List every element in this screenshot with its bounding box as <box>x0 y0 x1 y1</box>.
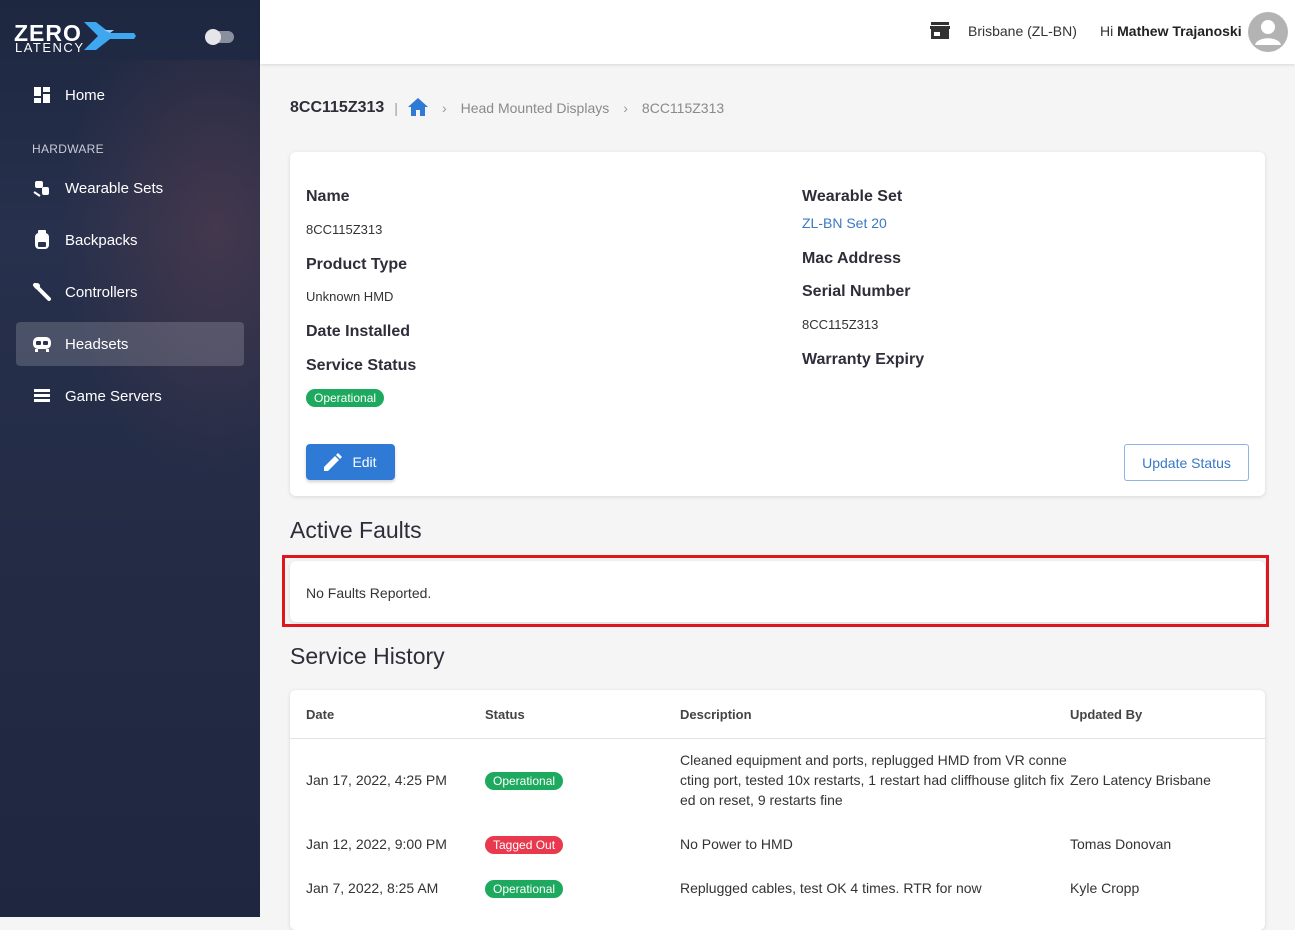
backpack-icon <box>32 230 52 250</box>
location-selector[interactable]: Brisbane (ZL-BN) <box>968 23 1077 39</box>
headset-icon <box>32 334 52 354</box>
column-header-updated-by[interactable]: Updated By <box>1070 707 1142 722</box>
chevron-right-icon: › <box>623 100 628 116</box>
no-faults-text: No Faults Reported. <box>306 585 432 601</box>
page-title: 8CC115Z313 <box>290 99 385 116</box>
wearable-set-link[interactable]: ZL-BN Set 20 <box>802 215 887 231</box>
store-icon[interactable] <box>930 22 950 45</box>
sidebar-item-game-servers[interactable]: Game Servers <box>16 374 244 418</box>
sidebar-item-label: Game Servers <box>65 387 162 405</box>
chevron-right-icon: › <box>441 100 447 116</box>
status-badge: Operational <box>306 389 385 407</box>
user-name: Mathew Trajanoski <box>1117 23 1242 39</box>
active-faults-card: No Faults Reported. <box>290 561 1265 622</box>
details-card: Name 8CC115Z313 Product Type Unknown HMD… <box>290 152 1265 496</box>
top-bar: Brisbane (ZL-BN) Hi Mathew Trajanoski <box>260 0 1295 64</box>
sidebar-item-headsets[interactable]: Headsets <box>16 322 244 366</box>
wearable-set-label: Wearable Set <box>802 188 903 205</box>
dashboard-icon <box>32 85 52 105</box>
breadcrumb-link-hmds[interactable]: Head Mounted Displays <box>461 100 610 116</box>
breadcrumb: 8CC115Z313 | › Head Mounted Displays › 8… <box>290 97 724 119</box>
greeting-prefix: Hi <box>1100 23 1114 39</box>
logo-word-latency: LATENCY <box>15 40 85 55</box>
pencil-icon <box>324 453 343 471</box>
logo-plane-icon <box>84 22 136 50</box>
column-header-status[interactable]: Status <box>485 707 525 722</box>
status-badge: Operational <box>485 880 564 898</box>
sidebar-section-hardware: HARDWARE <box>32 142 104 156</box>
sidebar-item-label: Headsets <box>65 335 129 353</box>
toggle-knob <box>205 29 221 45</box>
sidebar-item-label: Controllers <box>65 283 138 301</box>
theme-toggle[interactable] <box>205 29 234 45</box>
service-status-label: Service Status <box>306 357 417 374</box>
serial-number-label: Serial Number <box>802 283 911 300</box>
row-updated-by: Zero Latency Brisbane <box>1070 772 1211 788</box>
warranty-expiry-label: Warranty Expiry <box>802 351 925 368</box>
row-date: Jan 7, 2022, 8:25 AM <box>306 880 439 896</box>
column-header-description[interactable]: Description <box>680 707 752 722</box>
row-date: Jan 17, 2022, 4:25 PM <box>306 772 447 788</box>
sidebar-item-label: Wearable Sets <box>65 179 164 197</box>
service-history-title: Service History <box>290 643 445 669</box>
serial-number-value: 8CC115Z313 <box>802 317 879 332</box>
controller-icon <box>32 282 52 302</box>
zero-latency-logo[interactable]: ZERO LATENCY <box>14 20 139 56</box>
header-divider <box>290 738 1265 739</box>
sidebar-item-controllers[interactable]: Controllers <box>16 270 244 314</box>
name-value: 8CC115Z313 <box>306 222 383 237</box>
sidebar-item-wearable-sets[interactable]: Wearable Sets <box>16 166 244 210</box>
breadcrumb-current: 8CC115Z313 <box>641 100 725 116</box>
service-history-table: Date Status Description Updated By Jan 1… <box>290 690 1265 930</box>
status-badge: Operational <box>485 772 564 790</box>
row-description: Cleaned equipment and ports, replugged H… <box>680 752 1067 808</box>
row-updated-by: Tomas Donovan <box>1070 836 1172 852</box>
column-header-date[interactable]: Date <box>306 707 334 722</box>
sidebar-item-home[interactable]: Home <box>16 73 244 117</box>
edit-button-label: Edit <box>352 454 377 470</box>
update-status-button[interactable]: Update Status <box>1124 444 1249 481</box>
edit-button[interactable]: Edit <box>306 444 395 480</box>
status-badge: Tagged Out <box>485 836 564 854</box>
user-avatar-icon <box>1255 20 1281 45</box>
row-description: No Power to HMD <box>680 836 793 852</box>
sidebar-item-label: Home <box>65 86 106 104</box>
server-icon <box>32 386 52 406</box>
row-date: Jan 12, 2022, 9:00 PM <box>306 836 447 852</box>
user-greeting: Hi Mathew Trajanoski <box>1100 23 1242 39</box>
row-updated-by: Kyle Cropp <box>1070 880 1140 896</box>
breadcrumb-separator: | <box>394 100 398 116</box>
home-icon[interactable] <box>407 97 428 119</box>
active-faults-title: Active Faults <box>290 517 422 543</box>
sidebar: ZERO LATENCY Home HARDWARE Wearable Sets… <box>0 0 260 917</box>
name-label: Name <box>306 188 350 205</box>
product-type-value: Unknown HMD <box>306 289 394 304</box>
wearable-set-icon <box>32 178 52 198</box>
product-type-label: Product Type <box>306 256 408 273</box>
sidebar-item-label: Backpacks <box>65 231 138 249</box>
date-installed-label: Date Installed <box>306 323 411 340</box>
sidebar-item-backpacks[interactable]: Backpacks <box>16 218 244 262</box>
mac-address-label: Mac Address <box>802 250 901 267</box>
avatar[interactable] <box>1248 12 1288 52</box>
row-description: Replugged cables, test OK 4 times. RTR f… <box>680 880 982 896</box>
